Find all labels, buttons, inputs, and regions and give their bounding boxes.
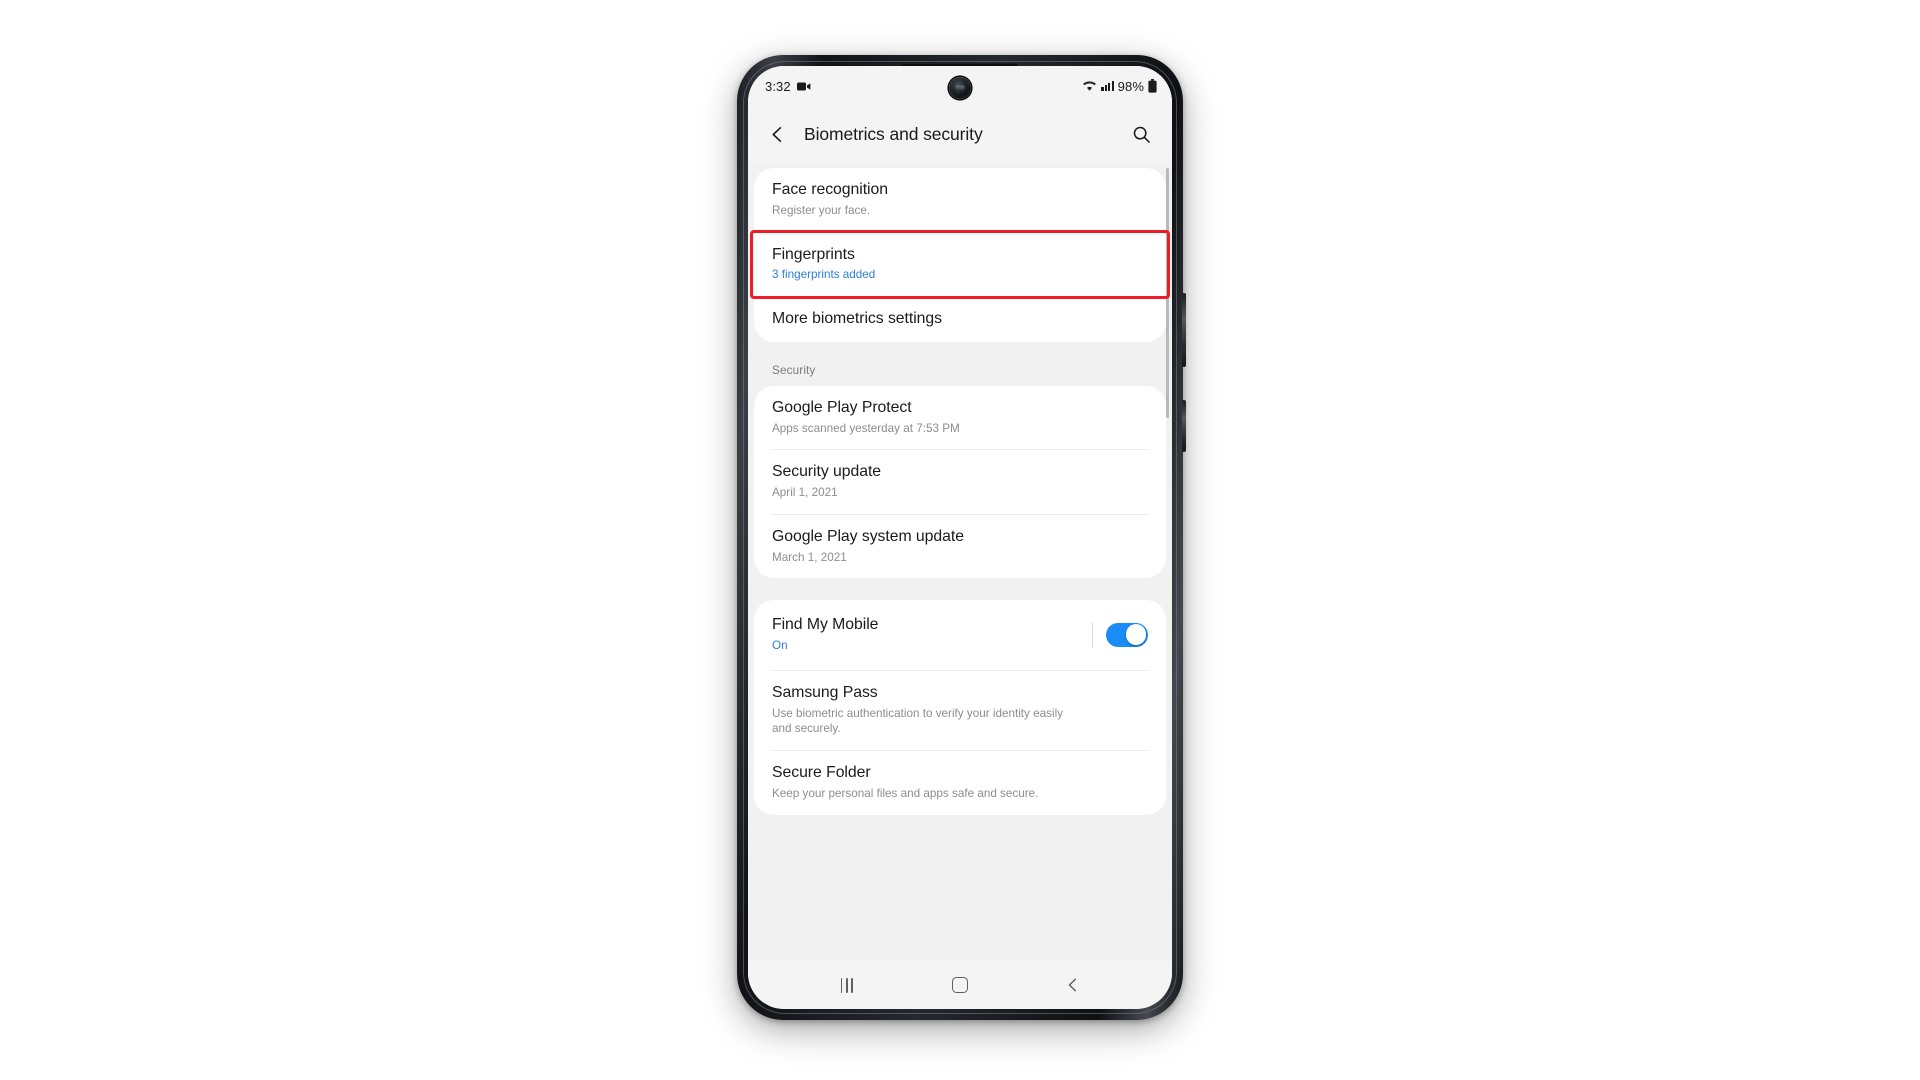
phone-screen: 3:32 98% Biometrics and security Face re… — [748, 66, 1172, 1009]
toggle-container — [1082, 621, 1148, 648]
row-find-my-mobile[interactable]: Find My Mobile On — [754, 600, 1166, 670]
cellular-signal-icon — [1101, 81, 1114, 91]
recents-icon — [840, 977, 853, 993]
row-subtitle: Use biometric authentication to verify y… — [772, 706, 1064, 736]
app-bar: Biometrics and security — [748, 106, 1172, 162]
row-subtitle: March 1, 2021 — [772, 550, 847, 564]
row-title: Samsung Pass — [772, 683, 878, 701]
nav-recents-button[interactable] — [824, 968, 870, 1002]
row-samsung-pass[interactable]: Samsung Pass Use biometric authenticatio… — [754, 671, 1166, 750]
row-fingerprints[interactable]: Fingerprints 3 fingerprints added — [754, 233, 1166, 297]
system-navigation-bar — [748, 961, 1172, 1009]
row-title: Google Play system update — [772, 527, 964, 545]
screenshot-canvas: 3:32 98% Biometrics and security Face re… — [0, 0, 1920, 1080]
row-subtitle: April 1, 2021 — [772, 486, 838, 500]
row-subtitle: On — [772, 639, 788, 653]
row-title: Fingerprints — [772, 245, 855, 263]
nav-home-button[interactable] — [937, 968, 983, 1002]
power-button[interactable] — [1182, 400, 1186, 452]
battery-full-icon — [1148, 79, 1157, 93]
nav-back-button[interactable] — [1050, 968, 1096, 1002]
status-bar-right: 98% — [1082, 79, 1157, 94]
settings-group-tools: Find My Mobile On Samsung Pass Use biome… — [754, 600, 1166, 815]
settings-scroll-container[interactable]: Face recognition Register your face. Fin… — [748, 162, 1172, 961]
settings-group-security: Google Play Protect Apps scanned yesterd… — [754, 385, 1166, 579]
status-clock: 3:32 — [765, 78, 791, 94]
search-icon[interactable] — [1124, 117, 1158, 151]
front-camera-punch-hole — [949, 77, 971, 99]
screen-recorder-icon — [796, 81, 811, 92]
row-title: Face recognition — [772, 181, 888, 198]
battery-percent-label: 98% — [1117, 78, 1144, 94]
toggle-divider — [1092, 621, 1093, 648]
volume-rocker-button[interactable] — [1182, 293, 1186, 367]
row-title: Security update — [772, 463, 882, 481]
back-chevron-icon — [1065, 977, 1081, 993]
row-subtitle: Apps scanned yesterday at 7:53 PM — [772, 421, 960, 435]
row-security-update[interactable]: Security update April 1, 2021 — [754, 450, 1166, 514]
find-my-mobile-toggle[interactable] — [1106, 622, 1148, 647]
row-google-play-system-update[interactable]: Google Play system update March 1, 2021 — [754, 515, 1166, 579]
row-subtitle: Keep your personal files and apps safe a… — [772, 786, 1039, 800]
row-secure-folder[interactable]: Secure Folder Keep your personal files a… — [754, 751, 1166, 815]
row-title: Find My Mobile — [772, 616, 879, 634]
row-more-biometrics-settings[interactable]: More biometrics settings — [754, 297, 1166, 342]
row-title: Secure Folder — [772, 764, 871, 782]
status-bar-left: 3:32 — [765, 79, 811, 94]
settings-group-biometrics: Face recognition Register your face. Fin… — [754, 168, 1166, 342]
back-chevron-icon[interactable] — [760, 117, 794, 151]
home-icon — [951, 977, 968, 993]
row-subtitle: 3 fingerprints added — [772, 268, 876, 282]
toggle-knob — [1125, 624, 1147, 645]
row-title: More biometrics settings — [772, 310, 942, 328]
wifi-icon — [1082, 80, 1097, 92]
page-title: Biometrics and security — [804, 123, 983, 144]
row-subtitle: Register your face. — [772, 203, 871, 217]
row-title: Google Play Protect — [772, 398, 912, 416]
vertical-scrollbar[interactable] — [1166, 168, 1169, 418]
row-google-play-protect[interactable]: Google Play Protect Apps scanned yesterd… — [754, 386, 1166, 450]
section-label-security: Security — [772, 362, 816, 377]
phone-device: 3:32 98% Biometrics and security Face re… — [737, 55, 1186, 1020]
row-face-recognition[interactable]: Face recognition Register your face. — [754, 168, 1166, 232]
